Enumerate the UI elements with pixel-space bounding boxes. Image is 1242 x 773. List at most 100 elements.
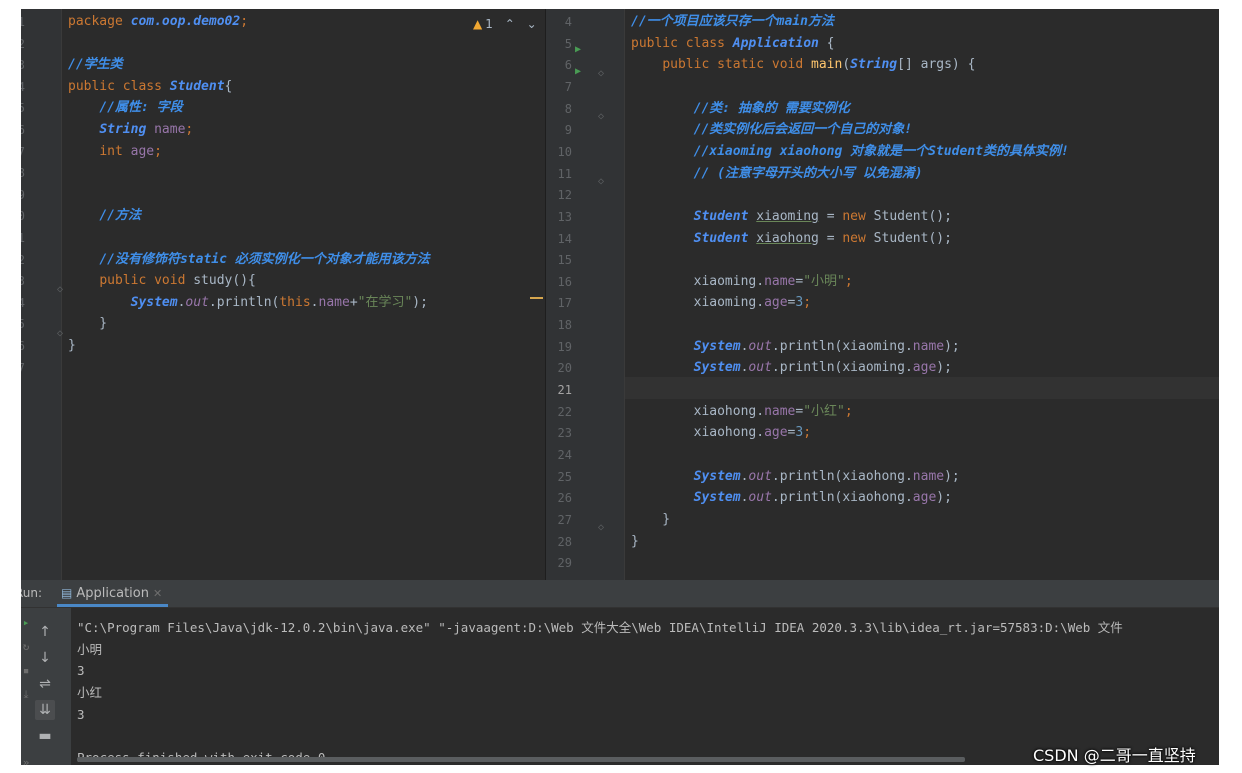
run-gutter-icon[interactable]: ▶: [575, 66, 581, 77]
code-line[interactable]: public void study(){: [68, 270, 256, 292]
console-output-line: 3: [77, 663, 85, 679]
line-number: 22: [557, 404, 572, 419]
line-number: 6: [21, 123, 25, 137]
code-line[interactable]: int age;: [68, 141, 162, 163]
close-icon[interactable]: ✕: [153, 587, 162, 600]
code-line[interactable]: }: [631, 531, 639, 553]
code-token: System: [693, 490, 741, 506]
code-line[interactable]: //属性: 字段: [68, 97, 183, 119]
console-output-line: "C:\Program Files\Java\jdk-12.0.2\bin\ja…: [77, 620, 1123, 635]
code-line[interactable]: System.out.println(xiaoming.age);: [631, 357, 952, 379]
horizontal-scrollbar[interactable]: [77, 757, 965, 762]
fold-icon[interactable]: ◇: [598, 68, 604, 79]
code-token: }: [68, 316, 108, 332]
fold-icon[interactable]: ◇: [57, 284, 63, 295]
code-token: .println(xiaoming.: [771, 338, 913, 354]
code-line[interactable]: package com.oop.demo02;: [68, 11, 248, 33]
editor-application[interactable]: 4 //一个项目应该只存一个main方法 5 public class Applica…: [546, 9, 1219, 580]
arrow-up-icon[interactable]: ⌃: [505, 17, 515, 31]
code-token: name: [764, 403, 796, 419]
fold-icon[interactable]: ◇: [57, 328, 63, 339]
code-line[interactable]: }: [68, 313, 107, 335]
code-token: );: [936, 360, 952, 376]
line-number: 8: [564, 101, 572, 116]
code-line[interactable]: System.out.println(xiaohong.age);: [631, 487, 952, 509]
code-line[interactable]: //xiaoming xiaohong 对象就是一个Student类的具体实例!: [631, 141, 1069, 163]
stop-icon[interactable]: ↻: [21, 640, 31, 653]
code-token: //类实例化后会返回一个自己的对象!: [693, 122, 913, 138]
scroll-end-icon[interactable]: ⇊: [35, 700, 55, 720]
code-token: //属性: 字段: [99, 100, 183, 116]
line-number: 10: [21, 209, 25, 224]
code-token: xiaoming.: [631, 295, 765, 311]
code-token: Student();: [873, 230, 952, 246]
error-stripe-marker[interactable]: [530, 297, 543, 299]
code-line[interactable]: // (注意字母开头的大小写 以免混淆): [631, 163, 923, 185]
tab-application[interactable]: ▤ Application ✕: [57, 580, 169, 607]
code-line[interactable]: System.out.println(xiaohong.name);: [631, 466, 960, 488]
console-output-line: 3: [77, 706, 85, 722]
code-token: String: [850, 57, 898, 73]
code-line[interactable]: public static void main(String[] args) {: [631, 54, 975, 76]
line-number: 26: [557, 491, 572, 506]
print-icon[interactable]: ▬: [35, 726, 55, 746]
code-line[interactable]: xiaoming.name="小明";: [631, 271, 853, 293]
code-token: }: [631, 533, 639, 549]
line-number: 5: [564, 36, 572, 51]
code-line[interactable]: Student xiaoming = new Student();: [631, 206, 952, 228]
run-panel: Run: ▤Application ✕ ▸ ↻ ▪ ⤓ » ↑ ↓ ⇌ ⇊ ▬ "…: [21, 580, 1219, 765]
wrap-icon[interactable]: ⇌: [35, 674, 55, 694]
arrow-up-icon[interactable]: ↑: [35, 622, 55, 642]
more-icon[interactable]: »: [21, 756, 31, 765]
code-token: Application: [732, 35, 819, 51]
code-line[interactable]: xiaohong.age=3;: [631, 422, 811, 444]
code-token: {: [224, 78, 233, 94]
warning-icon: ▲: [473, 17, 483, 31]
fold-icon[interactable]: ◇: [598, 176, 604, 187]
code-token: );: [412, 294, 428, 310]
code-token: xiaoming.: [631, 273, 765, 289]
gutter-left: [21, 9, 61, 580]
code-line[interactable]: System.out.println(this.name+"在学习");: [68, 292, 428, 314]
pin-icon[interactable]: ⤓: [21, 688, 31, 702]
inspection-widget[interactable]: ▲ 1 ⌃ ⌄: [473, 15, 537, 33]
code-line[interactable]: xiaoming.age=3;: [631, 292, 811, 314]
code-line[interactable]: Student xiaohong = new Student();: [631, 228, 952, 250]
code-line[interactable]: String name;: [68, 119, 193, 141]
code-line[interactable]: //类实例化后会返回一个自己的对象!: [631, 119, 912, 141]
code-line[interactable]: public class Student{: [68, 76, 232, 98]
code-token: new: [842, 208, 874, 224]
code-line[interactable]: //没有修饰符static 必须实例化一个对象才能用该方法: [68, 249, 429, 271]
run-gutter-icon[interactable]: ▶: [575, 44, 581, 55]
fold-icon[interactable]: ◇: [598, 522, 604, 533]
code-token: .println(xiaohong.: [771, 468, 913, 484]
arrow-down-icon[interactable]: ↓: [35, 648, 55, 668]
rerun-icon[interactable]: ▸: [21, 616, 31, 629]
code-line[interactable]: }: [631, 509, 670, 531]
code-line[interactable]: xiaohong.name="小红";: [631, 401, 853, 423]
code-line[interactable]: //类: 抽象的 需要实例化: [631, 98, 850, 120]
code-line[interactable]: public class Application {: [631, 33, 835, 55]
code-line[interactable]: }: [68, 335, 76, 357]
code-token: }: [68, 338, 76, 353]
code-line[interactable]: //一个项目应该只存一个main方法: [631, 11, 834, 33]
code-line[interactable]: //学生类: [68, 54, 123, 76]
line-number: 9: [21, 187, 25, 202]
editor-student[interactable]: 1 package com.oop.demo02; 2 3 //学生类 4 public c…: [21, 9, 546, 580]
line-number: 24: [557, 448, 572, 462]
code-token: ;: [185, 122, 194, 137]
line-number: 14: [21, 295, 25, 310]
tab-label: Application: [76, 586, 149, 601]
code-line[interactable]: System.out.println(xiaoming.name);: [631, 336, 960, 358]
restore-icon[interactable]: ▪: [21, 664, 31, 677]
code-token: =: [818, 208, 843, 224]
chevron-down-icon[interactable]: ⌄: [527, 17, 537, 31]
code-token: study: [193, 273, 233, 289]
line-number: 13: [21, 274, 25, 289]
fold-icon[interactable]: ◇: [598, 111, 604, 122]
code-line[interactable]: //方法: [68, 205, 141, 227]
